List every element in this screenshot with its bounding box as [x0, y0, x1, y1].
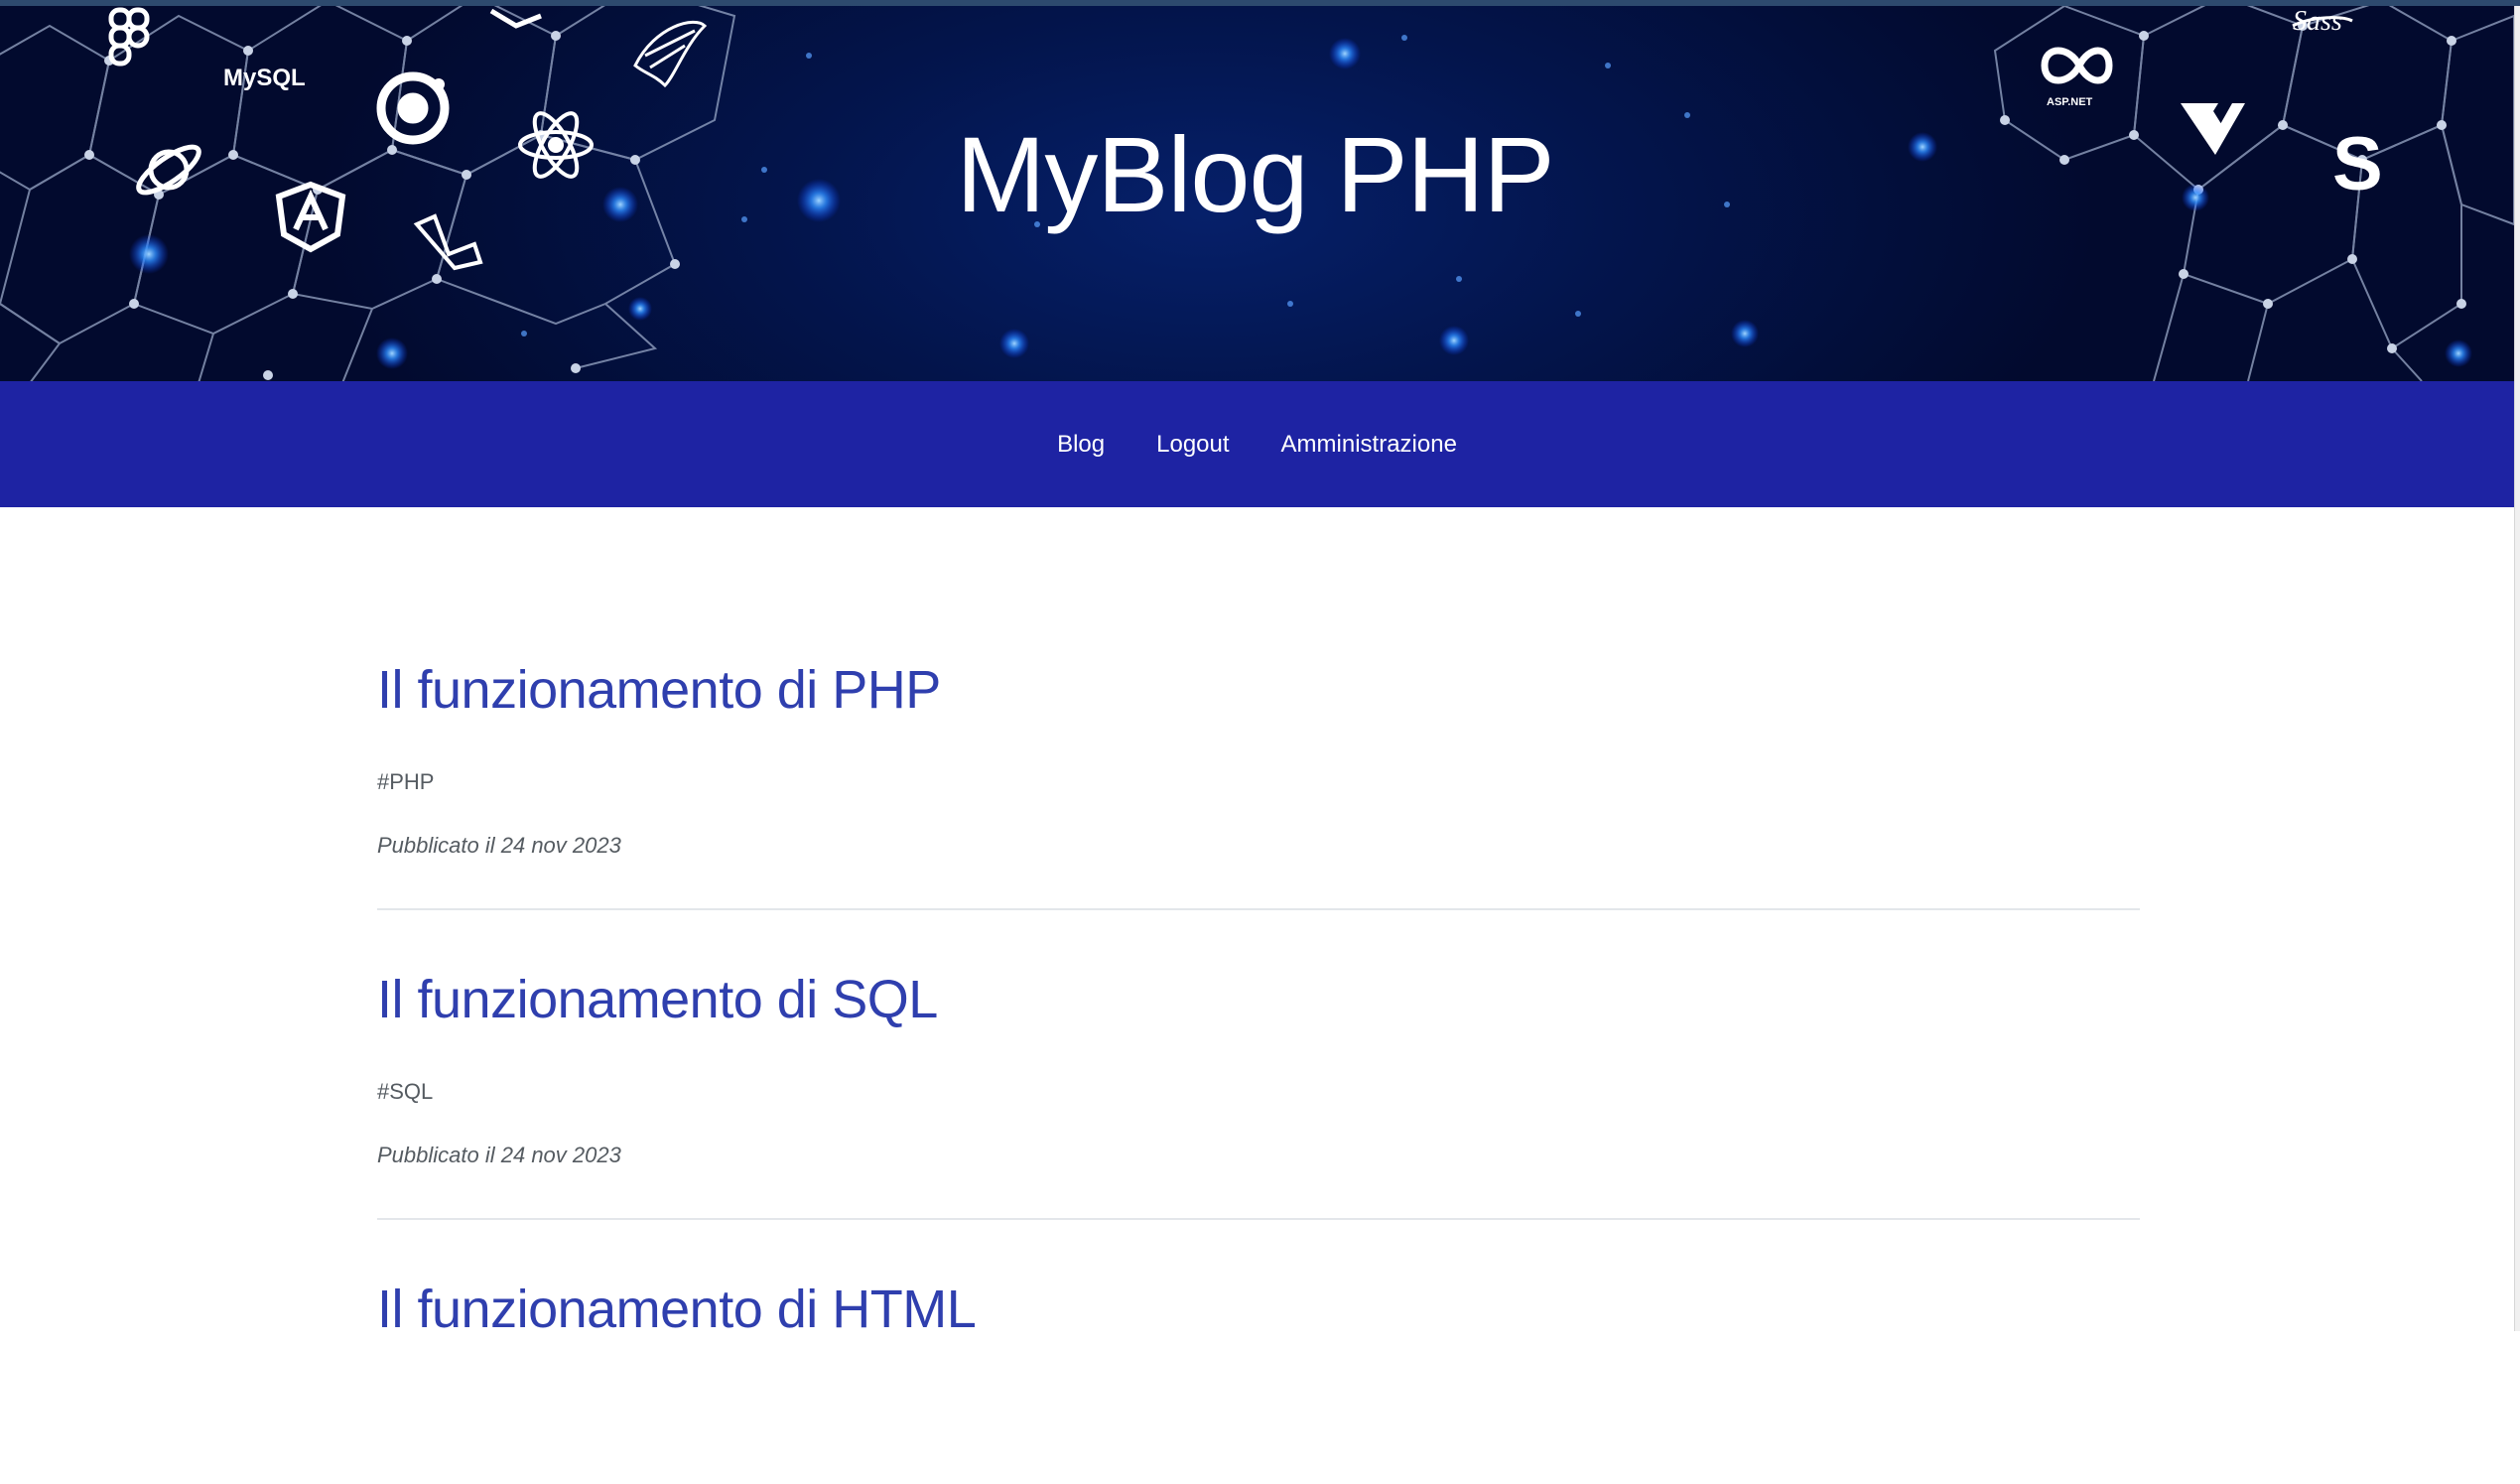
post-title-link[interactable]: Il funzionamento di HTML	[377, 1270, 2140, 1349]
nav-link-logout[interactable]: Logout	[1156, 431, 1229, 459]
post-item: Il funzionamento di HTML	[377, 1270, 2140, 1434]
post-tag: #SQL	[377, 1079, 434, 1104]
post-item: Il funzionamento di PHP #PHP Pubblicato …	[377, 650, 2140, 910]
header-banner: MySQL ASP.NET S Sass MyBlog PHP	[0, 6, 2514, 381]
main-navigation: Blog Logout Amministrazione	[0, 381, 2514, 507]
nav-link-blog[interactable]: Blog	[1057, 431, 1105, 459]
post-tag: #PHP	[377, 769, 435, 794]
post-title-link[interactable]: Il funzionamento di PHP	[377, 650, 2140, 730]
nav-link-amministrazione[interactable]: Amministrazione	[1281, 431, 1457, 459]
post-item: Il funzionamento di SQL #SQL Pubblicato …	[377, 960, 2140, 1220]
post-date: Pubblicato il 24 nov 2023	[377, 833, 621, 858]
post-title-link[interactable]: Il funzionamento di SQL	[377, 960, 2140, 1039]
site-title-wrap: MyBlog PHP	[0, 6, 2514, 361]
post-date: Pubblicato il 24 nov 2023	[377, 1143, 621, 1167]
post-list: Il funzionamento di PHP #PHP Pubblicato …	[377, 650, 2140, 1484]
page-scrollbar[interactable]	[2514, 6, 2520, 1331]
site-title: MyBlog PHP	[956, 113, 1554, 234]
